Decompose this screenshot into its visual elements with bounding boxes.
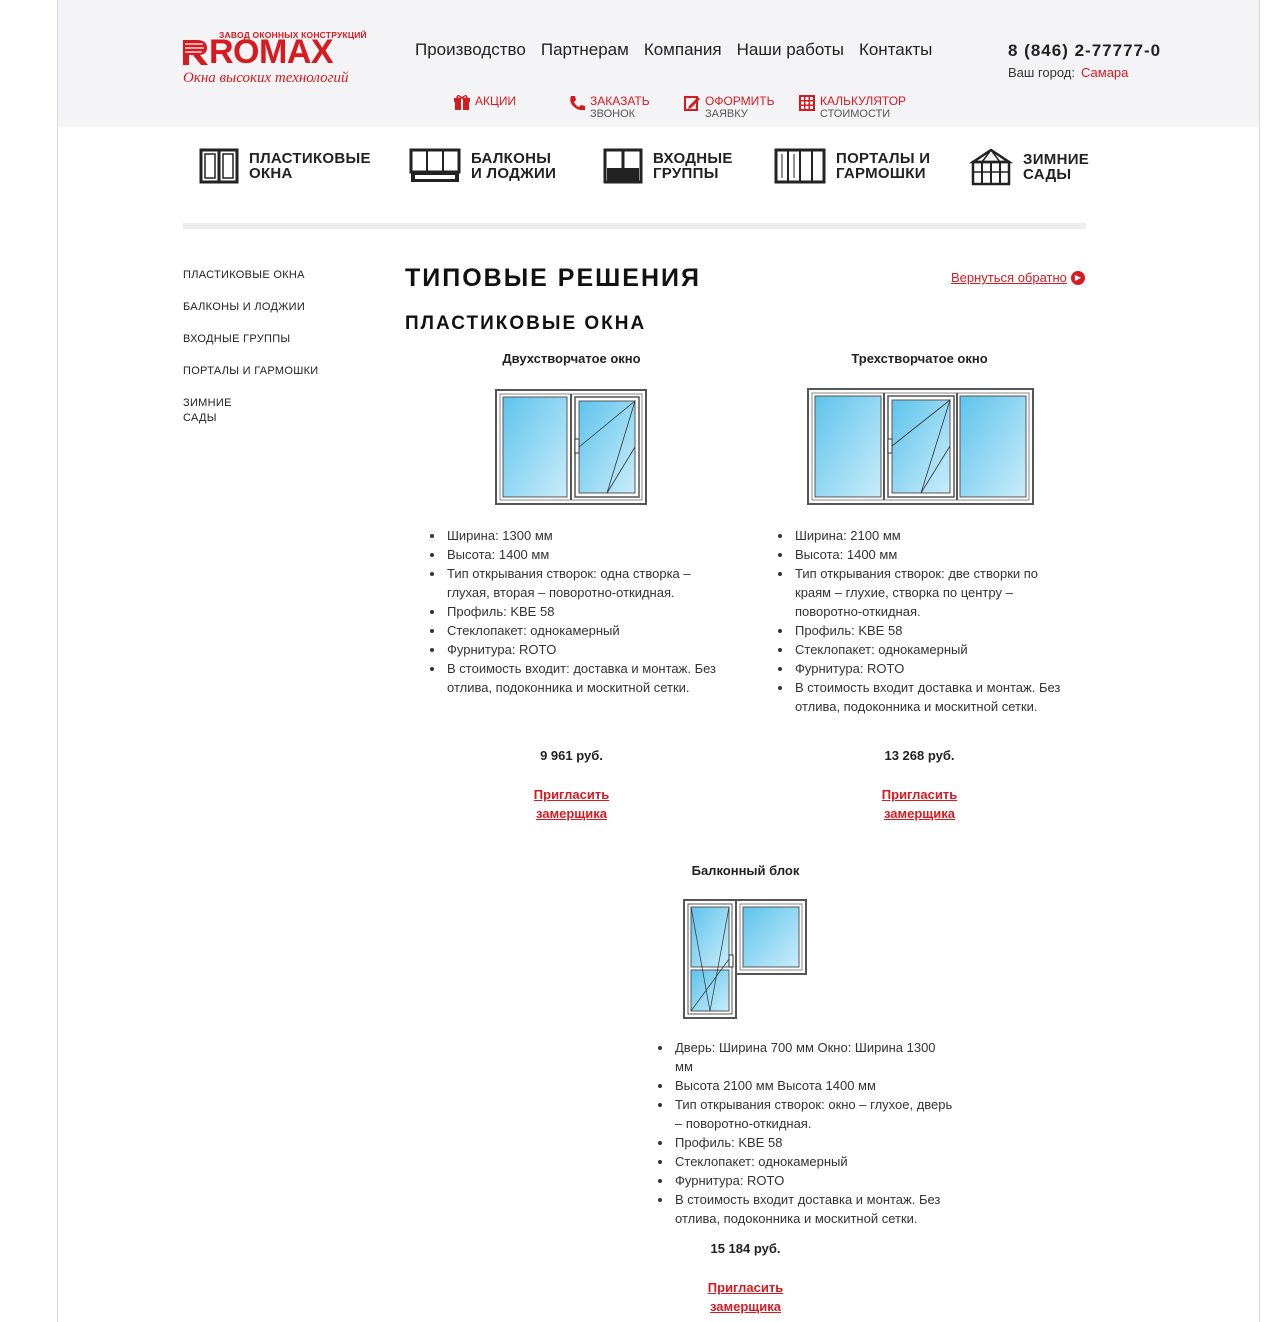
- spec-item: В стоимость входит: доставка и монтаж. Б…: [445, 659, 728, 697]
- spec-item: Высота: 1400 мм: [445, 545, 728, 564]
- portal-icon: [774, 148, 826, 184]
- back-link[interactable]: Вернуться обратно ▶: [951, 270, 1085, 285]
- calculator-icon: [799, 95, 815, 111]
- spec-item: Профиль: KBE 58: [793, 621, 1076, 640]
- entrance-icon: [603, 148, 643, 184]
- spec-item: Профиль: KBE 58: [673, 1133, 956, 1152]
- gift-icon: [454, 95, 470, 110]
- back-link-label: Вернуться обратно: [951, 270, 1067, 285]
- nav-production[interactable]: Производство: [415, 40, 526, 60]
- spec-item: Ширина: 2100 мм: [793, 526, 1076, 545]
- product-specs: Ширина: 1300 мм Высота: 1400 мм Тип откр…: [428, 526, 728, 697]
- nav-company[interactable]: Компания: [644, 40, 722, 60]
- product-name: Трехстворчатое окно: [851, 351, 988, 366]
- spec-item: Фурнитура: ROTO: [673, 1171, 956, 1190]
- three-sash-window-image: [807, 388, 1034, 505]
- side-item-winter-gardens[interactable]: ЗИМНИЕ САДЫ: [183, 396, 353, 426]
- page-frame: ЗАВОД ОКОННЫХ КОНСТРУКЦИЙ ROMAX Окна выс…: [57, 0, 1260, 1322]
- phone-number[interactable]: 8 (846) 2-77777-0: [1008, 41, 1161, 61]
- side-item-balconies[interactable]: БАЛКОНЫ И ЛОДЖИИ: [183, 300, 353, 315]
- divider: [183, 223, 1086, 229]
- balcony-icon: [409, 148, 461, 182]
- category-label: ЗИМНИЕ САДЫ: [1023, 151, 1090, 183]
- spec-item: Высота 2100 мм Высота 1400 мм: [673, 1076, 956, 1095]
- category-portals[interactable]: ПОРТАЛЫ И ГАРМОШКИ: [774, 148, 930, 184]
- category-bar: ПЛАСТИКОВЫЕ ОКНА БАЛКОНЫ И ЛОДЖИИ ВХОДНЫ…: [199, 148, 1103, 188]
- page-title: ТИПОВЫЕ РЕШЕНИЯ: [405, 264, 701, 292]
- spec-item: Дверь: Ширина 700 мм Окно: Ширина 1300 м…: [673, 1038, 956, 1076]
- category-label: ВХОДНЫЕ ГРУППЫ: [653, 150, 733, 182]
- spec-item: Стеклопакет: однокамерный: [445, 621, 728, 640]
- category-label: БАЛКОНЫ И ЛОДЖИИ: [471, 150, 557, 182]
- spec-item: В стоимость входит доставка и монтаж. Бе…: [793, 678, 1076, 716]
- logo-brand: ROMAX: [183, 34, 334, 70]
- logo[interactable]: ЗАВОД ОКОННЫХ КОНСТРУКЦИЙ ROMAX Окна выс…: [183, 28, 388, 90]
- product-price: 13 268 руб.: [884, 748, 955, 763]
- spec-item: Тип открывания створок: окно – глухое, д…: [673, 1095, 956, 1133]
- category-winter-gardens[interactable]: ЗИМНИЕ САДЫ: [969, 148, 1089, 186]
- nav-contacts[interactable]: Контакты: [859, 40, 932, 60]
- nav-partners[interactable]: Партнерам: [541, 40, 629, 60]
- request-label: ОФОРМИТЬ: [705, 94, 775, 108]
- product-card: Балконный блок Дверь: Ширина 700 мм Окно…: [579, 863, 952, 1318]
- invite-measurer-button[interactable]: Пригласить замерщика: [405, 785, 738, 823]
- request-sublabel: ЗАЯВКУ: [705, 108, 748, 120]
- window-icon: [199, 148, 239, 184]
- calculator-sublabel: СТОИМОСТИ: [820, 108, 891, 120]
- category-balconies[interactable]: БАЛКОНЫ И ЛОДЖИИ: [409, 148, 556, 184]
- promo-label: АКЦИИ: [475, 94, 517, 108]
- product-card: Трехстворчатое окно Ширина: 2100 мм Высо…: [753, 351, 1086, 831]
- product-price: 15 184 руб.: [710, 1241, 781, 1256]
- spec-item: Стеклопакет: однокамерный: [673, 1152, 956, 1171]
- category-plastic-windows[interactable]: ПЛАСТИКОВЫЕ ОКНА: [199, 148, 371, 184]
- top-nav: Производство Партнерам Компания Наши раб…: [415, 40, 932, 60]
- product-name: Балконный блок: [691, 863, 800, 878]
- spec-item: Тип открывания створок: одна створка – г…: [445, 564, 728, 602]
- product-price: 9 961 руб.: [540, 748, 603, 763]
- side-item-portals[interactable]: ПОРТАЛЫ И ГАРМОШКИ: [183, 364, 353, 379]
- promo-link[interactable]: АКЦИИ: [453, 94, 516, 112]
- callback-link[interactable]: ЗАКАЗАТЬ ЗВОНОК: [568, 94, 650, 121]
- city-link[interactable]: Самара: [1081, 65, 1128, 80]
- nav-our-works[interactable]: Наши работы: [737, 40, 844, 60]
- side-menu: ПЛАСТИКОВЫЕ ОКНА БАЛКОНЫ И ЛОДЖИИ ВХОДНЫ…: [183, 268, 353, 443]
- category-entrance-groups[interactable]: ВХОДНЫЕ ГРУППЫ: [603, 148, 733, 184]
- header: ЗАВОД ОКОННЫХ КОНСТРУКЦИЙ ROMAX Окна выс…: [58, 0, 1259, 127]
- spec-item: Ширина: 1300 мм: [445, 526, 728, 545]
- callback-sublabel: ЗВОНОК: [590, 108, 636, 120]
- form-icon: [684, 96, 700, 111]
- phone-icon: [570, 96, 585, 111]
- spec-item: Профиль: KBE 58: [445, 602, 728, 621]
- calculator-link[interactable]: КАЛЬКУЛЯТОР СТОИМОСТИ: [798, 94, 906, 121]
- city-label: Ваш город:: [1008, 65, 1075, 80]
- section-title: ПЛАСТИКОВЫЕ ОКНА: [405, 313, 647, 334]
- spec-item: Фурнитура: ROTO: [793, 659, 1076, 678]
- spec-item: Высота: 1400 мм: [793, 545, 1076, 564]
- request-link[interactable]: ОФОРМИТЬ ЗАЯВКУ: [683, 94, 775, 121]
- product-card: Двухстворчатое окно Ширина: 1300 мм Высо…: [405, 351, 738, 831]
- spec-item: Фурнитура: ROTO: [445, 640, 728, 659]
- category-label: ПОРТАЛЫ И ГАРМОШКИ: [836, 150, 931, 182]
- balcony-block-image: [683, 899, 807, 1019]
- spec-item: Стеклопакет: однокамерный: [793, 640, 1076, 659]
- side-item-entrance-groups[interactable]: ВХОДНЫЕ ГРУППЫ: [183, 332, 353, 347]
- callback-label: ЗАКАЗАТЬ: [590, 94, 650, 108]
- category-label: ПЛАСТИКОВЫЕ ОКНА: [249, 150, 371, 182]
- spec-item: Тип открывания створок: две створки по к…: [793, 564, 1076, 621]
- side-item-plastic-windows[interactable]: ПЛАСТИКОВЫЕ ОКНА: [183, 268, 353, 283]
- calculator-label: КАЛЬКУЛЯТОР: [820, 94, 907, 108]
- product-specs: Ширина: 2100 мм Высота: 1400 мм Тип откр…: [776, 526, 1076, 716]
- city-selector: Ваш город: Самара: [1008, 65, 1128, 80]
- spec-item: В стоимость входит доставка и монтаж. Бе…: [673, 1190, 956, 1228]
- invite-measurer-button[interactable]: Пригласить замерщика: [579, 1278, 912, 1316]
- invite-measurer-button[interactable]: Пригласить замерщика: [753, 785, 1086, 823]
- logo-slogan: Окна высоких технологий: [183, 70, 349, 86]
- arrow-right-icon: ▶: [1070, 270, 1085, 285]
- winter-garden-icon: [969, 148, 1013, 186]
- logo-stripes-icon: [183, 40, 208, 65]
- two-sash-window-image: [495, 389, 647, 505]
- product-name: Двухстворчатое окно: [502, 351, 641, 366]
- product-specs: Дверь: Ширина 700 мм Окно: Ширина 1300 м…: [656, 1038, 956, 1228]
